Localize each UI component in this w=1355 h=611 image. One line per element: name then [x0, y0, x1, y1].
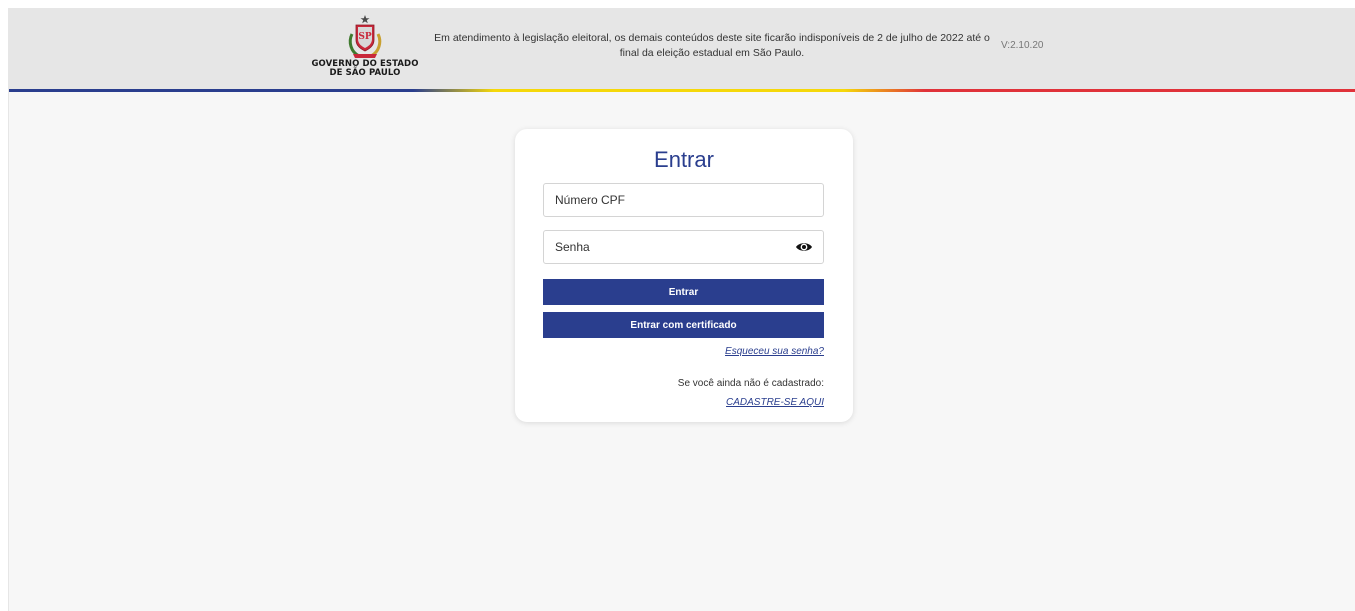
logo-line-2: DE SÃO PAULO: [329, 68, 401, 78]
cpf-field: [543, 183, 824, 217]
eye-icon[interactable]: [795, 240, 813, 254]
login-button[interactable]: Entrar: [543, 279, 824, 305]
government-logo[interactable]: SP GOVERNO DO ESTADO DE SÃO PAULO: [305, 14, 425, 86]
certificate-login-button[interactable]: Entrar com certificado: [543, 312, 824, 338]
version-label: V:2.10.20: [1001, 40, 1044, 51]
forgot-password-link[interactable]: Esqueceu sua senha?: [725, 346, 824, 357]
page: SP GOVERNO DO ESTADO DE SÃO PAULO Em ate…: [8, 8, 1355, 611]
coat-of-arms-icon: SP: [348, 15, 382, 58]
password-input[interactable]: [544, 231, 823, 263]
login-card: Entrar Entrar Entrar com certificado Esq…: [515, 129, 853, 422]
register-hint: Se você ainda não é cadastrado:: [677, 378, 824, 389]
register-link[interactable]: CADASTRE-SE AQUI: [726, 397, 824, 408]
svg-text:SP: SP: [358, 32, 371, 42]
color-stripe: [9, 89, 1355, 92]
password-field: [543, 230, 824, 264]
cpf-input[interactable]: [544, 184, 823, 216]
electoral-notice: Em atendimento à legislação eleitoral, o…: [434, 32, 990, 59]
login-title: Entrar: [654, 147, 714, 172]
header: SP GOVERNO DO ESTADO DE SÃO PAULO Em ate…: [9, 8, 1355, 90]
